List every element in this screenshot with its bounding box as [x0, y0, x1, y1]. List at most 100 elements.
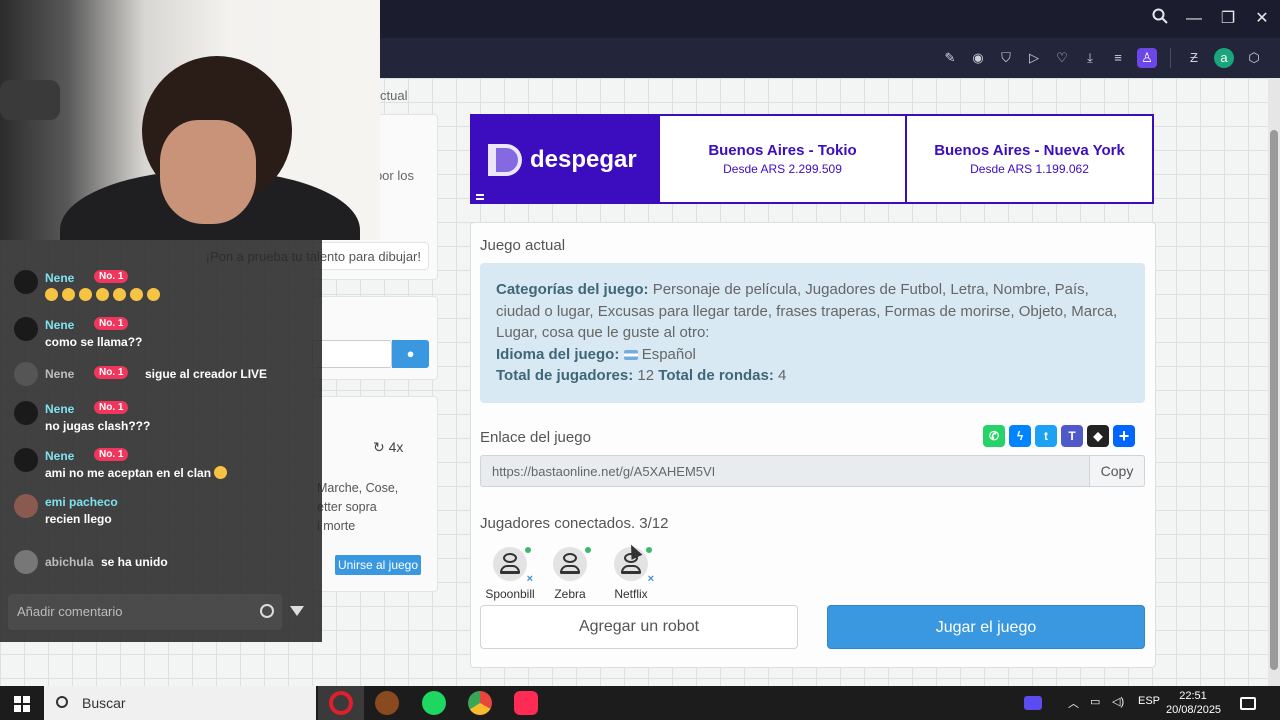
total-rounds-value: 4	[778, 367, 787, 384]
chat-text: como se llama??	[45, 335, 143, 349]
chat-username[interactable]: emi pacheco	[45, 495, 118, 509]
restore-button[interactable]: ❐	[1217, 8, 1239, 30]
tab-label: ctual	[380, 88, 408, 103]
ad-offer-route: Buenos Aires - Tokio	[708, 142, 857, 159]
ad-menu-icon[interactable]	[476, 194, 484, 200]
chat-text: sigue al creador LIVE	[145, 367, 268, 381]
emoji-icon	[214, 466, 228, 479]
chat-username[interactable]: Nene	[45, 271, 74, 285]
twitter-icon[interactable]: t	[1035, 425, 1057, 447]
chat-username[interactable]: Nene	[45, 449, 74, 463]
edit-icon[interactable]: ✎	[940, 48, 960, 68]
chrome-app-icon[interactable]	[468, 691, 492, 715]
player-name: Netflix	[614, 587, 648, 601]
search-icon[interactable]	[1149, 8, 1171, 30]
menu-icon[interactable]: ≡	[1108, 48, 1128, 68]
user-avatar	[14, 550, 38, 574]
whatsapp-icon[interactable]: ✆	[983, 425, 1005, 447]
snapchat-icon[interactable]: ◆	[1087, 425, 1109, 447]
avatar-body	[621, 565, 641, 574]
player-avatar-icon: ×	[493, 547, 533, 585]
message-input[interactable]	[312, 340, 392, 368]
chat-username[interactable]: abichula	[45, 555, 94, 569]
emoji-picker-icon[interactable]	[260, 604, 274, 618]
chat-text: no jugas clash???	[45, 419, 151, 433]
kick-player-icon[interactable]: ×	[648, 573, 654, 585]
emoji-icon	[113, 288, 126, 301]
ad-offer-route: Buenos Aires - Nueva York	[934, 142, 1125, 159]
taskbar-search[interactable]: Buscar	[44, 686, 316, 720]
gift-filter-icon[interactable]	[290, 606, 304, 616]
avatar-head	[563, 553, 577, 563]
game-link-label: Enlace del juego	[480, 429, 591, 446]
ad-banner[interactable]: despegar Buenos Aires - Tokio Desde ARS …	[470, 114, 1154, 204]
user-avatar	[14, 448, 38, 472]
chat-username[interactable]: Nene	[45, 402, 74, 416]
volume-icon[interactable]: ◁)	[1112, 695, 1124, 708]
ad-brand: despegar	[530, 146, 637, 173]
search-icon	[56, 696, 68, 708]
headset-image	[0, 80, 60, 120]
ad-logo[interactable]: despegar	[472, 116, 658, 202]
camera-icon[interactable]: ◉	[968, 48, 988, 68]
opera-app-icon[interactable]	[329, 691, 353, 715]
play-game-button[interactable]: Jugar el juego	[827, 605, 1145, 649]
taskbar-clock[interactable]: 22:51 20/08/2025	[1166, 689, 1221, 717]
tiktok-app-icon[interactable]	[514, 691, 538, 715]
despegar-logo-icon	[488, 144, 522, 176]
profile-icon[interactable]: ♙	[1137, 48, 1157, 68]
player-card[interactable]: × Spoonbill	[480, 547, 540, 601]
kick-player-icon[interactable]: ×	[527, 573, 533, 585]
game-app-icon[interactable]	[375, 691, 399, 715]
extension-a-icon[interactable]: a	[1214, 48, 1234, 68]
network-icon[interactable]: ▭	[1090, 695, 1100, 708]
emoji-icon	[62, 288, 75, 301]
current-game-card: Juego actual Categorías del juego: Perso…	[470, 222, 1156, 668]
chat-username[interactable]: Nene	[45, 367, 74, 381]
teams-icon[interactable]: T	[1061, 425, 1083, 447]
extension-z-icon[interactable]: Ƶ	[1184, 48, 1204, 68]
spotify-app-icon[interactable]	[422, 691, 446, 715]
notification-icon[interactable]	[1240, 697, 1256, 710]
online-indicator	[525, 547, 531, 553]
taskbar: Buscar ︿ ▭ ◁) ESP 22:51 20/08/2025	[0, 686, 1280, 720]
game-link-field[interactable]: https://bastaonline.net/g/A5XAHEM5VI	[480, 455, 1090, 487]
total-rounds-label: Total de rondas:	[658, 367, 774, 384]
italian-categories-line3: i morte	[317, 519, 356, 533]
language-label: Idioma del juego:	[496, 345, 620, 363]
language-value: Español	[641, 345, 696, 363]
extension-cube-icon[interactable]: ⬡	[1244, 48, 1264, 68]
tray-chevron-icon[interactable]: ︿	[1068, 695, 1079, 711]
download-icon[interactable]: ⤓	[1080, 48, 1100, 68]
rank-badge: No. 1	[94, 270, 129, 283]
emoji-icon	[130, 288, 143, 301]
comment-input[interactable]: Añadir comentario	[8, 594, 282, 630]
ad-offer-nueva-york[interactable]: Buenos Aires - Nueva York Desde ARS 1.19…	[905, 116, 1152, 202]
language-indicator[interactable]: ESP	[1138, 695, 1160, 707]
player-name: Spoonbill	[485, 587, 535, 601]
ad-offer-tokio[interactable]: Buenos Aires - Tokio Desde ARS 2.299.509	[658, 116, 905, 202]
tray-video-icon[interactable]	[1024, 696, 1042, 710]
windows-start-icon[interactable]	[14, 696, 30, 712]
ad-offer-price: Desde ARS 2.299.509	[723, 162, 842, 176]
shield-icon[interactable]: ⛉	[996, 48, 1016, 68]
messenger-icon[interactable]: ϟ	[1009, 425, 1031, 447]
emoji-icon	[147, 288, 160, 301]
scrollbar-thumb[interactable]	[1270, 130, 1278, 670]
add-robot-button[interactable]: Agregar un robot	[480, 605, 798, 649]
player-card[interactable]: Zebra	[540, 547, 600, 601]
minimize-button[interactable]: —	[1183, 8, 1205, 30]
play-icon[interactable]: ▷	[1024, 48, 1044, 68]
card-title: Juego actual	[480, 237, 566, 254]
online-indicator	[585, 547, 591, 553]
join-game-button[interactable]: Unirse al juego	[335, 555, 421, 575]
count-label: ↻ 4x	[373, 439, 404, 455]
heart-icon[interactable]: ♡	[1052, 48, 1072, 68]
draw-input[interactable]: ¡Pon a prueba tu talento para dibujar!	[206, 242, 429, 270]
close-button[interactable]: ✕	[1251, 8, 1273, 30]
copy-link-button[interactable]: Copy	[1089, 455, 1145, 487]
share-plus-icon[interactable]: +	[1113, 425, 1135, 447]
chat-username[interactable]: Nene	[45, 318, 74, 332]
chat-text: recien llego	[45, 512, 112, 526]
send-message-button[interactable]: ●	[392, 340, 429, 368]
